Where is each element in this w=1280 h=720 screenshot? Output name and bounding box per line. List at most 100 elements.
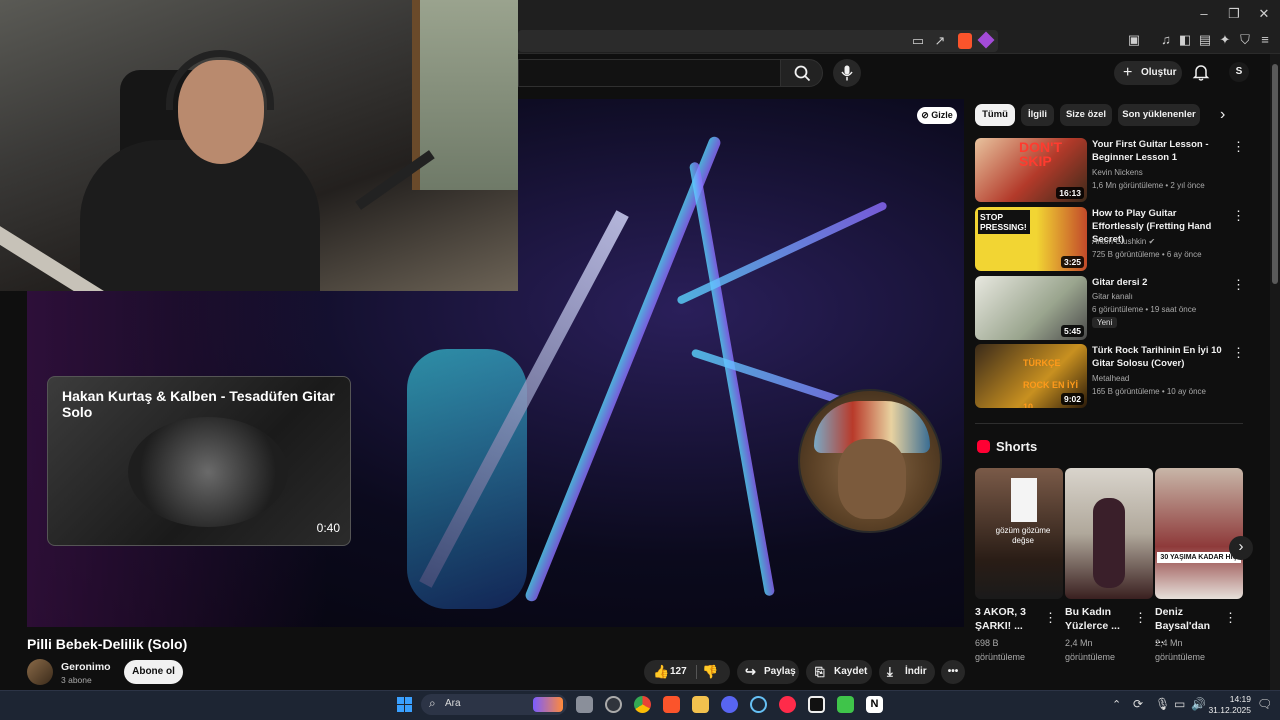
kebab-menu-icon[interactable]: ⋮ (1044, 610, 1057, 626)
rec-title[interactable]: Türk Rock Tarihinin En İyi 10 Gitar Solo… (1092, 344, 1230, 370)
scrollbar-thumb[interactable] (1272, 64, 1278, 284)
share-button[interactable]: ↪ Paylaş (737, 660, 799, 684)
voice-search-button[interactable] (833, 59, 861, 87)
short-title[interactable]: 3 AKOR, 3 ŞARKI! ... (975, 605, 1041, 633)
search-highlight-icon (533, 697, 563, 712)
rec-channel-row[interactable]: Anton Glushkin ✔ (1092, 236, 1155, 247)
kebab-menu-icon[interactable]: ⋮ (1232, 277, 1245, 293)
reader-icon[interactable]: ▣ (1126, 32, 1142, 48)
clock-date[interactable]: 31.12.2025 (1205, 705, 1251, 715)
share-page-icon[interactable]: ↗ (932, 33, 948, 49)
short-thumbnail-2[interactable] (1065, 468, 1153, 599)
rec-thumbnail-1[interactable]: DON'T SKIP 16:13 (975, 138, 1087, 202)
chrome-icon[interactable] (634, 696, 651, 713)
rewards-icon[interactable] (977, 31, 995, 49)
chevron-right-icon[interactable]: › (1220, 106, 1225, 124)
network-icon[interactable]: ▭ (1174, 697, 1185, 711)
page-scrollbar[interactable] (1270, 54, 1280, 690)
sidebar-icon[interactable]: ◧ (1177, 32, 1193, 48)
vpn-icon[interactable]: ⛉ (1237, 32, 1253, 48)
channel-name[interactable]: Geronimo (61, 661, 111, 673)
miniplayer-card[interactable]: Hakan Kurtaş & Kalben - Tesadüfen Gitar … (47, 376, 351, 546)
sync-icon[interactable]: ⟳ (1133, 697, 1143, 711)
chip-for-you[interactable]: Size özel (1060, 104, 1112, 126)
kebab-menu-icon[interactable]: ⋮ (1232, 208, 1245, 224)
dislike-button[interactable]: 👎 (702, 660, 726, 684)
chevron-up-icon[interactable]: ⌃ (1112, 698, 1121, 711)
short-thumbnail-1[interactable]: gözüm gözüme değse (975, 468, 1063, 599)
minimize-icon[interactable]: – (1196, 6, 1212, 22)
download-button[interactable]: ⤓ İndir (879, 660, 935, 684)
stage-light (523, 134, 723, 604)
kebab-menu-icon[interactable]: ⋮ (1232, 345, 1245, 361)
account-avatar[interactable]: S (1229, 62, 1249, 82)
chip-related[interactable]: İlgili (1021, 104, 1054, 126)
music-icon[interactable]: ♫ (1158, 32, 1174, 48)
rec-title[interactable]: Gitar dersi 2 (1092, 276, 1230, 289)
notifications-button[interactable] (1192, 63, 1210, 81)
kebab-menu-icon[interactable]: ⋮ (1232, 139, 1245, 155)
short-figure (1093, 498, 1125, 588)
like-button[interactable]: 👍 127 (644, 660, 694, 684)
channel-avatar[interactable] (27, 659, 53, 685)
start-button[interactable] (397, 697, 412, 712)
create-button[interactable]: + Oluştur (1114, 61, 1182, 85)
brave-shield-icon[interactable] (958, 33, 972, 49)
notification-center-icon[interactable]: 🗨 (1257, 697, 1272, 711)
chip-recent[interactable]: Son yüklenenler (1118, 104, 1200, 126)
rec-meta: 6 görüntüleme • 19 saat önce (1092, 305, 1197, 314)
rec-thumbnail-2[interactable]: STOP PRESSING! 3:25 (975, 207, 1087, 271)
media-player-icon[interactable] (779, 696, 796, 713)
download-label: İndir (905, 666, 927, 677)
sheets-icon[interactable] (837, 696, 854, 713)
hide-button[interactable]: ⊘ Gizle (917, 107, 957, 124)
capcut-icon[interactable] (808, 696, 825, 713)
brave-icon[interactable] (663, 696, 680, 713)
discord-icon[interactable] (721, 696, 738, 713)
rec-thumbnail-4[interactable]: TÜRKÇE ROCK EN İYİ 10 9:02 (975, 344, 1087, 408)
rec-channel[interactable]: Kevin Nickens (1092, 167, 1143, 178)
divider (975, 423, 1243, 424)
rec-channel[interactable]: Gitar kanalı (1092, 291, 1133, 302)
save-button[interactable]: ⎘ Kaydet (806, 660, 872, 684)
rec-thumbnail-3[interactable]: 5:45 (975, 276, 1087, 340)
search-button[interactable] (780, 59, 823, 87)
short-title[interactable]: Bu Kadın Yüzlerce ... (1065, 605, 1131, 633)
short-thumbnail-3[interactable]: 30 YAŞIMA KADAR HİÇ (1155, 468, 1243, 599)
taskbar-search[interactable]: ⌕ Ara (421, 694, 567, 715)
bookmark-icon: ⎘ (815, 665, 825, 679)
file-explorer-icon[interactable] (692, 696, 709, 713)
microphone-icon[interactable]: 🎙 (1155, 697, 1170, 711)
more-icon: ••• (947, 666, 959, 677)
chip-all[interactable]: Tümü (975, 104, 1015, 126)
kebab-menu-icon[interactable]: ⋮ (1134, 610, 1147, 626)
short-caption: gözüm gözüme değse (995, 526, 1051, 545)
notion-icon[interactable]: N (866, 696, 883, 713)
leo-icon[interactable]: ✦ (1217, 32, 1233, 48)
search-input[interactable] (518, 59, 780, 87)
cast-icon[interactable]: ▭ (910, 33, 926, 49)
address-bar[interactable]: ▭ ↗ (518, 30, 998, 52)
save-label: Kaydet (834, 666, 868, 677)
rec-duration: 5:45 (1060, 325, 1084, 337)
kebab-menu-icon[interactable]: ⋮ (1224, 610, 1237, 626)
streamer-avatar-overlay (798, 389, 942, 533)
rec-title[interactable]: Your First Guitar Lesson - Beginner Less… (1092, 138, 1230, 164)
microphone-icon (841, 65, 853, 81)
more-actions-button[interactable]: ••• (941, 660, 965, 684)
plus-icon: + (1123, 64, 1133, 81)
menu-icon[interactable]: ≡ (1257, 32, 1273, 48)
rec-channel[interactable]: Metalhead (1092, 373, 1129, 384)
shorts-next-button[interactable]: › (1229, 536, 1253, 560)
close-icon[interactable]: ✕ (1256, 6, 1272, 22)
video-title: Pilli Bebek-Delilik (Solo) (27, 636, 188, 652)
task-view-icon[interactable] (576, 696, 593, 713)
obs-icon[interactable] (605, 696, 622, 713)
maximize-icon[interactable]: ❐ (1226, 6, 1242, 22)
clock-time[interactable]: 14:19 (1213, 694, 1251, 704)
subscribe-button[interactable]: Abone ol (124, 660, 183, 684)
wallet-icon[interactable]: ▤ (1197, 32, 1213, 48)
thumb-text: DON'T SKIP (1019, 139, 1062, 169)
steam-icon[interactable] (750, 696, 767, 713)
volume-icon[interactable]: 🔊 (1191, 697, 1206, 711)
